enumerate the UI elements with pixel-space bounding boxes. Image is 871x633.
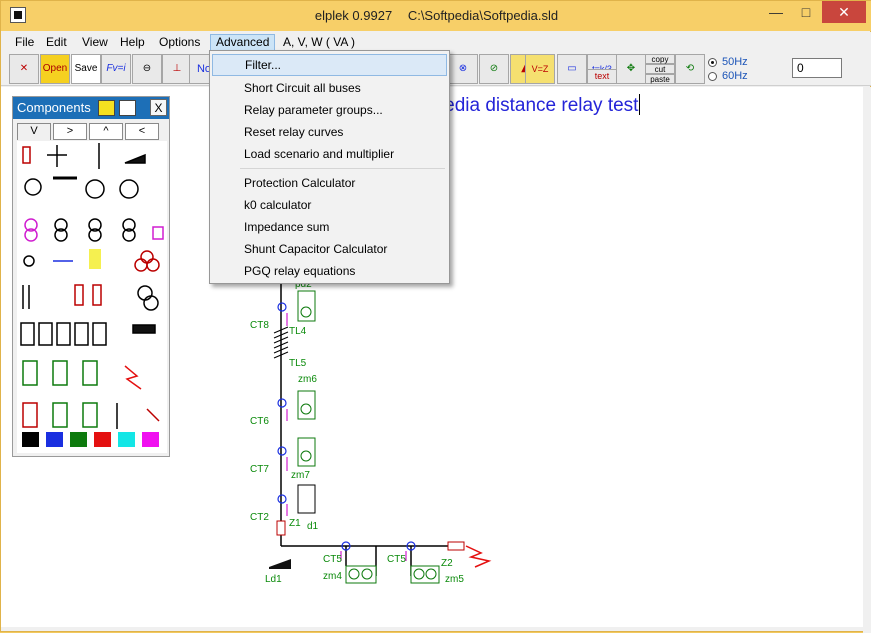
relay-box-icon [20,322,35,346]
menu-reset-curves[interactable]: Reset relay curves [212,121,447,143]
distance-relay-icon [22,360,38,386]
color-swatch-red[interactable] [94,432,111,447]
label-ct5-left: CT5 [323,554,342,565]
advanced-menu: Filter... Short Circuit all buses Relay … [209,50,450,284]
motor-icon [85,179,105,199]
label-z2: Z2 [441,558,453,569]
label-zm7: zm7 [291,470,310,481]
menu-filter[interactable]: Filter... [212,54,447,76]
fault-icon [465,545,492,568]
switch-icon [152,226,164,240]
menu-short-circuit[interactable]: Short Circuit all buses [212,77,447,99]
label-ct6: CT6 [250,416,269,427]
pin-icon[interactable] [98,100,115,116]
label-zm6: zm6 [298,374,317,385]
components-close-button[interactable]: X [150,99,167,116]
menu-load-scenario[interactable]: Load scenario and multiplier [212,143,447,165]
menu-pgq-equations[interactable]: PGQ relay equations [212,260,447,282]
impedance-z2 [447,541,465,551]
components-tabs: V > ^ < [17,123,167,140]
menu-k0-calculator[interactable]: k0 calculator [212,194,447,216]
arrow-icon [146,408,160,422]
label-tl5: TL5 [289,358,307,369]
label-zm5: zm5 [445,574,464,585]
battery-icon [132,324,156,334]
components-titlebar[interactable]: Components X [13,97,169,119]
label-ct5-right: CT5 [387,554,406,565]
tab-up[interactable]: ^ [89,123,123,140]
menu-separator [240,168,445,169]
tab-right[interactable]: > [53,123,87,140]
menu-protection-calculator[interactable]: Protection Calculator [212,172,447,194]
generator-icon [24,178,42,196]
fault-symbol-icon [124,365,142,390]
label-zm4: zm4 [323,571,342,582]
components-panel[interactable]: Components X V > ^ < [12,96,170,457]
label-tl4: TL4 [289,326,307,337]
components-title: Components [17,100,91,115]
color-swatch-green[interactable] [70,432,87,447]
tool-icon[interactable] [119,100,136,116]
motor-s-icon [119,179,139,199]
resistor-icon [22,146,31,164]
fuse-icon [74,284,84,306]
relay-zm5 [410,565,440,584]
color-swatch-magenta[interactable] [142,432,159,447]
menu-relay-groups[interactable]: Relay parameter groups... [212,99,447,121]
label-ld1: Ld1 [265,574,282,585]
label-ct8: CT8 [250,320,269,331]
color-swatch-blue[interactable] [46,432,63,447]
relay-zm7 [297,437,316,467]
relay-zm6 [297,390,316,420]
load-ld1-icon [269,559,291,569]
relay-d1 [297,484,316,514]
label-z1: Z1 [289,518,301,529]
tab-left[interactable]: < [125,123,159,140]
color-swatch-black[interactable] [22,432,39,447]
impedance-z1 [276,520,286,536]
menu-impedance-sum[interactable]: Impedance sum [212,216,447,238]
app-window: elplek 0.9927 C:\Softpedia\Softpedia.sld… [0,0,871,633]
label-d1: d1 [307,521,319,532]
label-ct2: CT2 [250,512,269,523]
color-swatch-cyan[interactable] [118,432,135,447]
menu-shunt-capacitor[interactable]: Shunt Capacitor Calculator [212,238,447,260]
em-relay-icon [22,402,38,428]
load-icon [124,153,146,164]
tab-v[interactable]: V [17,123,51,140]
components-grid [17,141,167,453]
highlight-icon [89,249,101,269]
component-symbols [20,143,164,429]
label-ct7: CT7 [250,464,269,475]
